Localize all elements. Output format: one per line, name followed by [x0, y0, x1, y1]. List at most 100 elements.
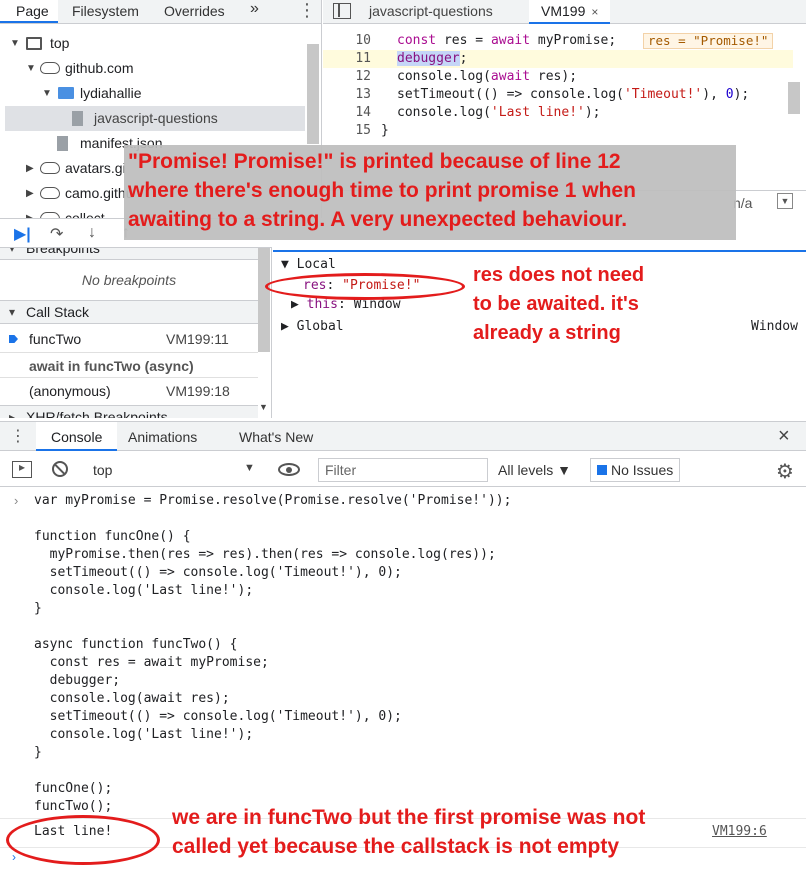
line-number[interactable]: 13	[323, 86, 371, 104]
tab-filesystem[interactable]: Filesystem	[72, 3, 139, 19]
tree-item-lydiahallie[interactable]: ▼ lydiahallie	[0, 81, 310, 106]
stack-frame[interactable]: funcTwo VM199:11	[0, 326, 258, 352]
close-tab-icon[interactable]: ×	[591, 5, 598, 19]
console-code-line: }	[34, 601, 42, 616]
xhr-breakpoints-header[interactable]: XHR/fetch Breakpoints	[0, 405, 258, 418]
annotation-callstack-note: we are in funcTwo but the first promise …	[172, 806, 646, 858]
debugger-sidebar: Breakpoints No breakpoints Call Stack fu…	[0, 248, 272, 418]
step-over-icon[interactable]: ↷	[50, 224, 63, 244]
sidebar-scrollbar[interactable]	[258, 248, 270, 352]
collapse-arrow-icon[interactable]: ▶	[26, 181, 34, 206]
tree-item-github[interactable]: ▼ github.com	[0, 56, 310, 81]
step-into-icon[interactable]: ↓	[88, 224, 96, 242]
async-separator: await in funcTwo (async)	[0, 352, 258, 378]
console-code-line: const res = await myPromise;	[34, 655, 269, 670]
editor-scrollbar[interactable]	[788, 82, 800, 114]
scope-tab-indicator	[273, 248, 806, 252]
line-number[interactable]: 12	[323, 68, 371, 86]
console-code-line: console.log(await res);	[34, 691, 230, 706]
tab-whats-new[interactable]: What's New	[239, 429, 313, 445]
context-selector[interactable]: top	[93, 462, 112, 478]
expand-arrow-icon[interactable]: ▼	[10, 31, 20, 56]
console-code-line: debugger;	[34, 673, 121, 688]
tab-animations[interactable]: Animations	[128, 429, 197, 445]
editor-tabbar: javascript-questions VM199 ×	[323, 0, 806, 24]
breakpoints-header[interactable]: Breakpoints	[0, 248, 258, 260]
navigator-tabbar: Page Filesystem Overrides » ⋮	[0, 0, 321, 24]
stack-frame[interactable]: (anonymous) VM199:18	[0, 378, 258, 404]
tree-label: lydiahallie	[80, 85, 142, 101]
log-source-link[interactable]: VM199:6	[712, 824, 767, 839]
console-code-line: myPromise.then(res => res).then(res => c…	[34, 547, 496, 562]
section-title: XHR/fetch Breakpoints	[26, 409, 168, 418]
clear-console-icon[interactable]	[52, 461, 68, 477]
code-line[interactable]: 10 const res = await myPromise; res = "P…	[323, 32, 793, 50]
annotation-ellipse-log	[6, 815, 160, 865]
line-source: console.log(await res);	[397, 69, 578, 84]
line-source: }	[381, 123, 389, 138]
scroll-down-icon[interactable]: ▼	[259, 402, 268, 412]
frame-name: (anonymous)	[29, 383, 111, 399]
tree-label: collect	[65, 210, 105, 218]
line-source: debugger;	[397, 51, 468, 66]
console-code-line: setTimeout(() => console.log('Timeout!')…	[34, 709, 402, 724]
tab-javascript-questions[interactable]: javascript-questions	[369, 3, 493, 19]
tree-label: top	[50, 35, 70, 51]
tree-label: github.com	[65, 60, 134, 76]
code-line[interactable]: 13 setTimeout(() => console.log('Timeout…	[323, 86, 793, 104]
input-prompt-icon: ›	[14, 493, 19, 508]
line-number[interactable]: 11	[323, 50, 371, 68]
tree-label: avatars.gi	[65, 160, 126, 176]
scope-global-header[interactable]: ▶ Global	[281, 318, 344, 336]
no-breakpoints-text: No breakpoints	[81, 272, 177, 288]
collapse-arrow-icon[interactable]: ▶	[26, 206, 34, 218]
section-title: Breakpoints	[26, 248, 100, 256]
cloud-icon	[40, 187, 60, 199]
expand-arrow-icon[interactable]: ▼	[42, 81, 52, 106]
coverage-toggle-icon[interactable]: ▼	[777, 193, 793, 209]
tab-page[interactable]: Page	[0, 0, 58, 23]
drawer-menu-icon[interactable]: ⋮	[10, 426, 26, 446]
tree-item-top[interactable]: ▼ top	[0, 31, 310, 56]
kebab-menu-icon[interactable]: ⋮	[298, 0, 316, 21]
line-number[interactable]: 10	[323, 32, 371, 50]
more-tabs-icon[interactable]: »	[250, 0, 259, 18]
toggle-navigator-icon[interactable]	[333, 3, 351, 19]
code-line-paused[interactable]: 11 debugger;	[323, 50, 793, 68]
code-line[interactable]: 12 console.log(await res);	[323, 68, 793, 86]
drawer-tabbar: ⋮ Console Animations What's New ×	[0, 421, 806, 451]
expand-arrow-icon[interactable]: ▼	[26, 56, 36, 81]
cloud-icon	[40, 62, 60, 74]
frame-location: VM199:18	[166, 383, 230, 399]
tab-overrides[interactable]: Overrides	[164, 3, 225, 19]
tree-label: javascript-questions	[94, 110, 218, 126]
log-levels-dropdown[interactable]: All levels ▼	[498, 462, 571, 478]
current-frame-icon	[9, 335, 18, 343]
code-line[interactable]: 14 console.log('Last line!');	[323, 104, 793, 122]
navigator-scrollbar[interactable]	[307, 44, 319, 144]
annotation-promise-explanation: "Promise! Promise!" is printed because o…	[128, 150, 636, 231]
line-source: const res = await myPromise;	[397, 33, 617, 48]
close-drawer-icon[interactable]: ×	[778, 425, 790, 448]
gear-icon[interactable]: ⚙	[776, 459, 794, 484]
scope-local-header[interactable]: ▼ Local	[281, 256, 336, 274]
tab-label: VM199	[541, 3, 586, 19]
line-number[interactable]: 14	[323, 104, 371, 122]
filter-input[interactable]: Filter	[318, 458, 488, 482]
line-number[interactable]: 15	[323, 122, 371, 140]
chevron-down-icon[interactable]: ▼	[244, 462, 255, 474]
issues-icon	[597, 465, 607, 475]
resume-icon[interactable]: ▶|	[14, 224, 31, 244]
console-sidebar-toggle-icon[interactable]	[12, 460, 32, 478]
live-expression-eye-icon[interactable]	[278, 463, 300, 476]
issues-button[interactable]: No Issues	[590, 458, 681, 482]
global-value: Window	[751, 319, 798, 334]
line-source: setTimeout(() => console.log('Timeout!')…	[397, 87, 750, 102]
collapse-arrow-icon[interactable]: ▶	[26, 156, 34, 181]
code-line[interactable]: 15 }	[323, 122, 793, 140]
tab-console[interactable]: Console	[36, 422, 118, 451]
frame-name: funcTwo	[29, 331, 82, 347]
call-stack-header[interactable]: Call Stack	[0, 300, 258, 324]
tree-item-javascript-questions[interactable]: javascript-questions	[5, 106, 305, 131]
tab-vm199[interactable]: VM199 ×	[529, 0, 611, 24]
